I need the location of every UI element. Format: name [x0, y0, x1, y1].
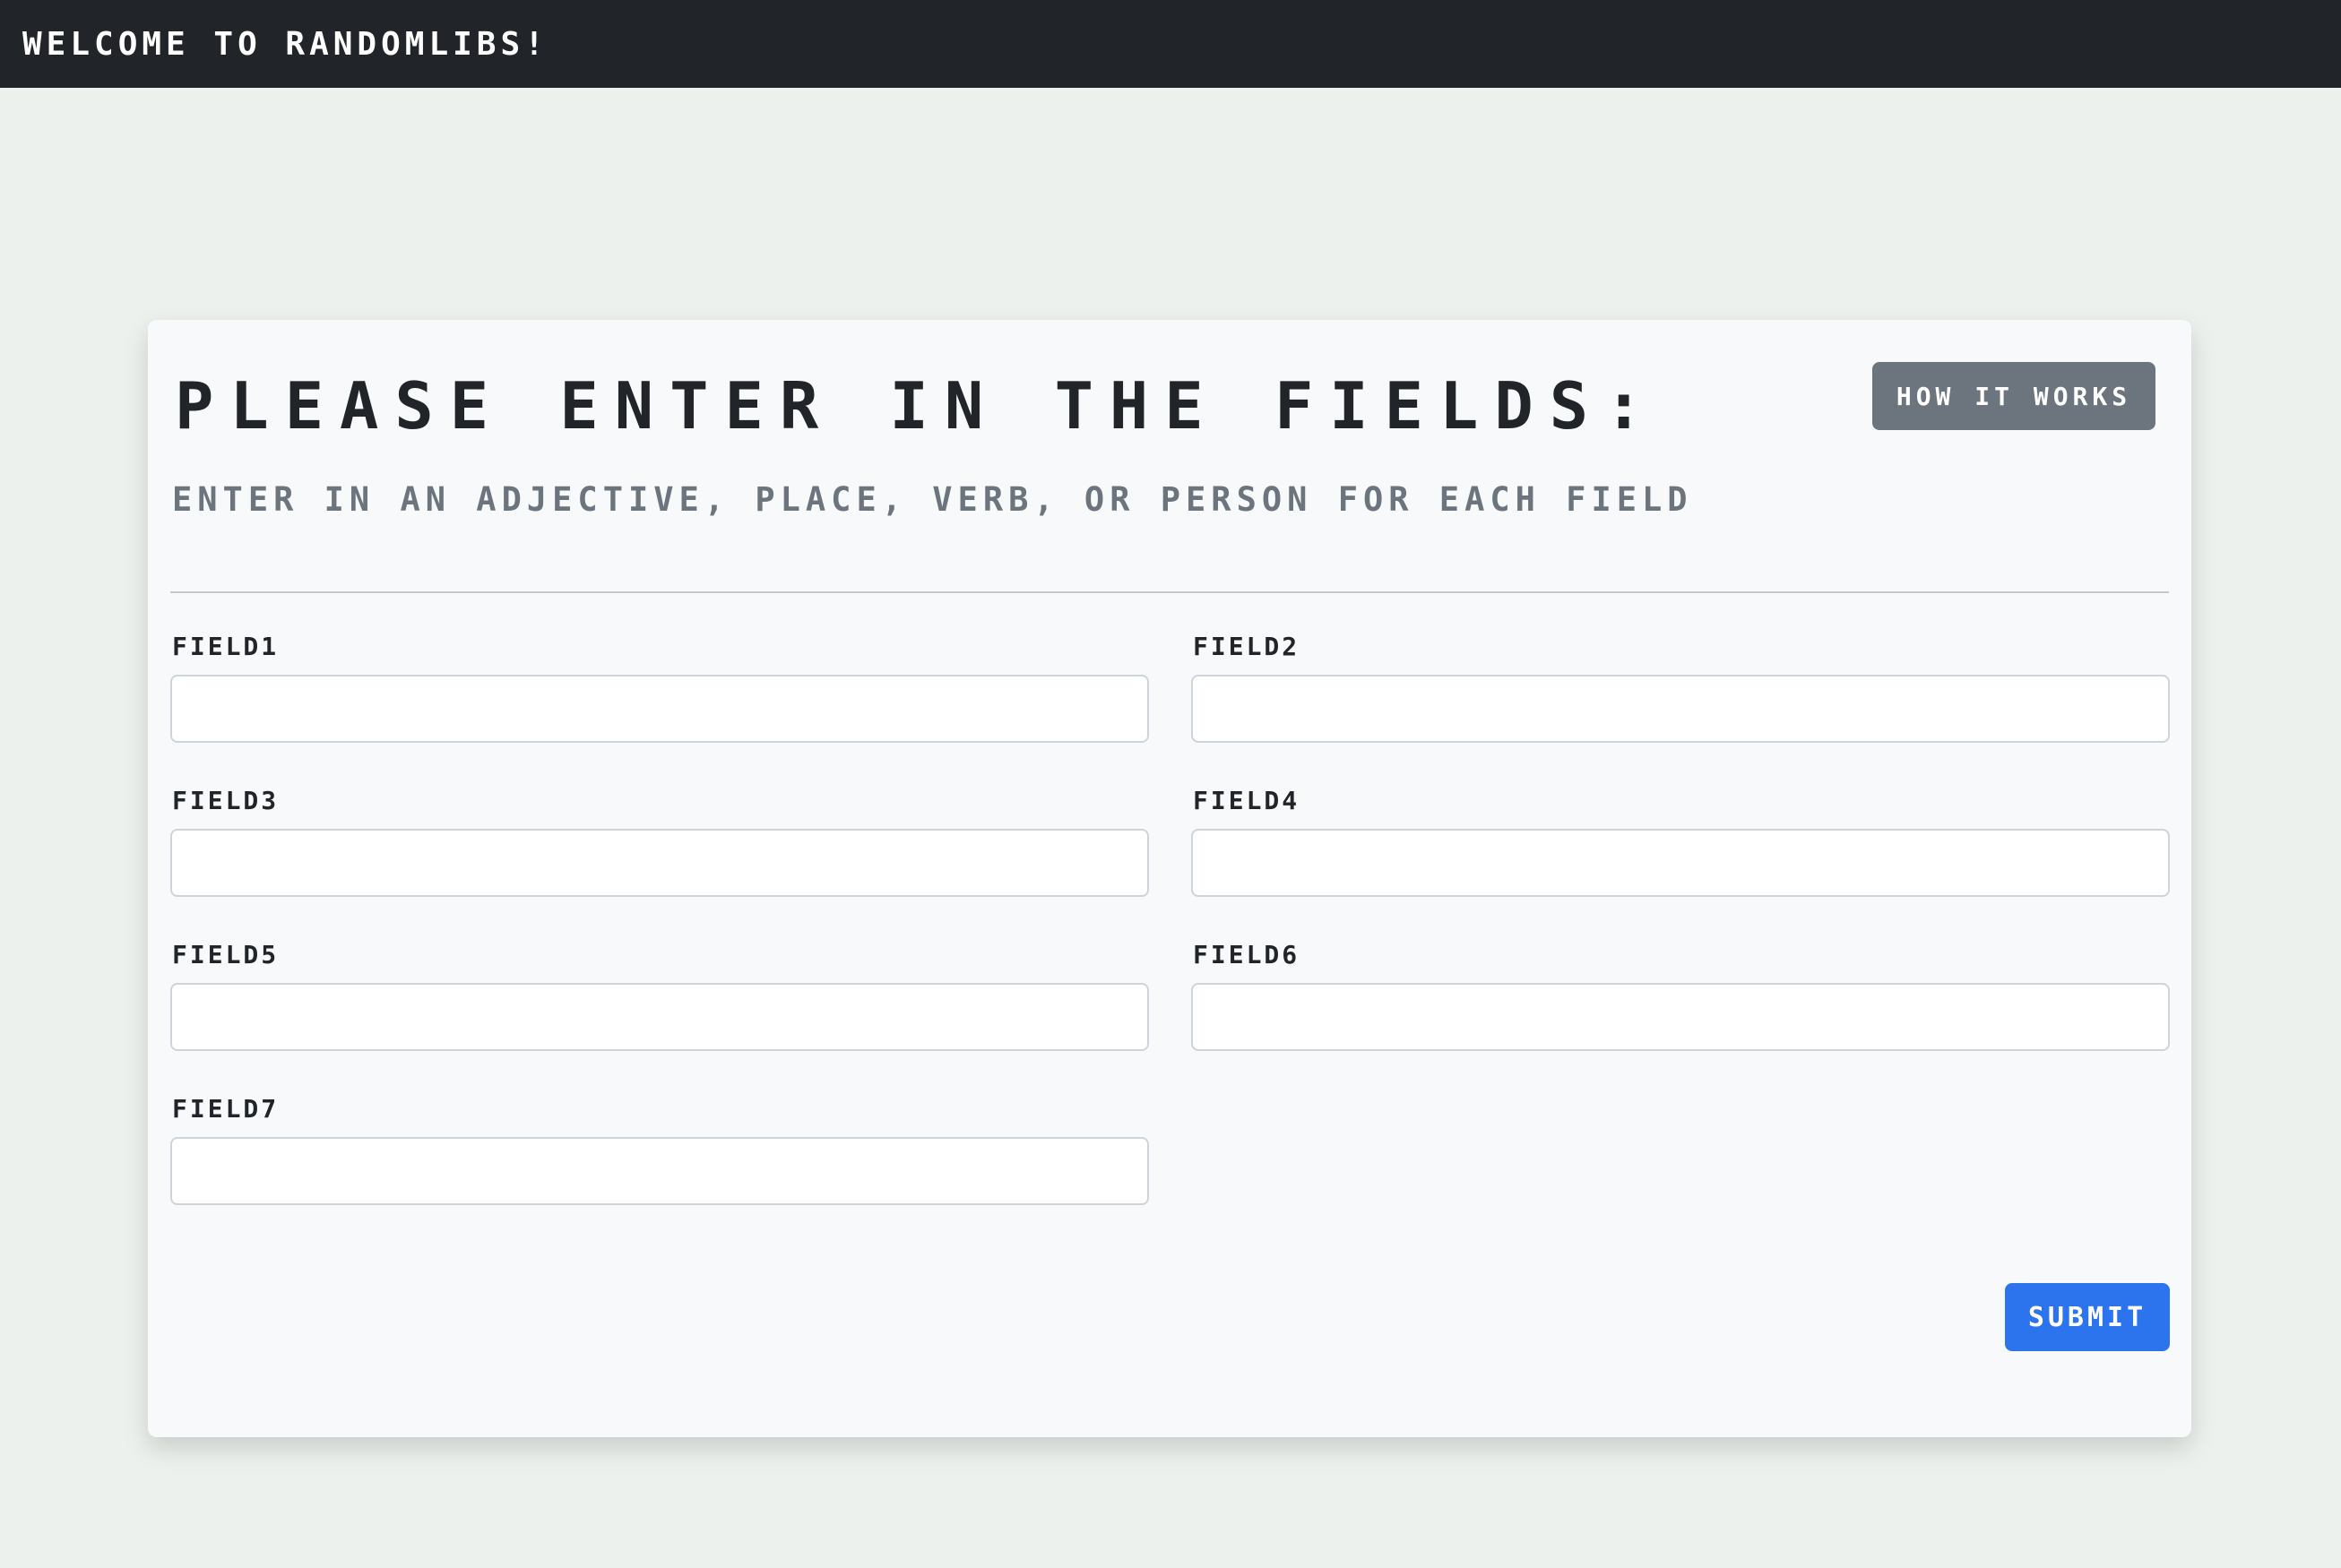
field2-label: field2	[1193, 632, 1300, 661]
field2-input[interactable]	[1191, 675, 2170, 743]
field6-label: field6	[1193, 940, 1300, 969]
field5-group: field5	[170, 942, 1149, 1051]
field2-group: field2	[1191, 633, 2170, 743]
field1-input[interactable]	[170, 675, 1149, 743]
field7-input[interactable]	[170, 1137, 1149, 1205]
page-subtitle: Enter in an adjective, place, verb, or p…	[172, 480, 1693, 519]
field7-label: field7	[172, 1094, 280, 1124]
field3-label: field3	[172, 786, 280, 815]
field6-input[interactable]	[1191, 983, 2170, 1051]
navbar-brand[interactable]: Welcome to RandomLibs!	[22, 26, 549, 63]
page-title: Please enter in the fields:	[175, 368, 1660, 444]
navbar: Welcome to RandomLibs!	[0, 0, 2341, 88]
field7-group: field7	[170, 1096, 1149, 1205]
field5-label: field5	[172, 940, 280, 969]
field3-group: field3	[170, 788, 1149, 897]
field4-group: field4	[1191, 788, 2170, 897]
submit-button[interactable]: Submit	[2005, 1283, 2170, 1351]
field5-input[interactable]	[170, 983, 1149, 1051]
divider	[170, 591, 2169, 593]
form-card: Please enter in the fields: How it works…	[148, 320, 2191, 1437]
field1-label: field1	[172, 632, 280, 661]
field6-group: field6	[1191, 942, 2170, 1051]
field4-label: field4	[1193, 786, 1300, 815]
field3-input[interactable]	[170, 829, 1149, 897]
field1-group: field1	[170, 633, 1149, 743]
field4-input[interactable]	[1191, 829, 2170, 897]
how-it-works-button[interactable]: How it works	[1872, 362, 2155, 430]
